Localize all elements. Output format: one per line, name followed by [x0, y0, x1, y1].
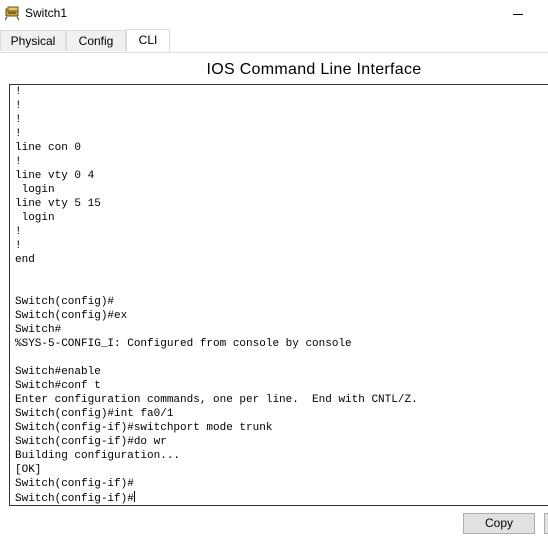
terminal-line-text: Switch(config-if)# [15, 493, 134, 505]
terminal-line: [OK] [15, 463, 418, 477]
terminal-line-text: ! [15, 100, 22, 112]
terminal-line-text: Switch(config-if)#do wr [15, 436, 167, 448]
terminal-line: line vty 5 15 [15, 197, 418, 211]
terminal-line-text: Switch(config)# [15, 296, 115, 308]
terminal-line: Switch(config)#ex [15, 309, 418, 323]
terminal-line-text: Switch# [15, 324, 62, 336]
terminal-line-text: ! [15, 114, 22, 126]
terminal-line-text: Switch(config)#int fa0/1 [15, 408, 174, 420]
terminal-line-text: Switch(config-if)# [15, 478, 134, 490]
tab-bar: Physical Config CLI [0, 29, 548, 53]
terminal-line-text: %SYS-5-CONFIG_I: Configured from console… [15, 338, 352, 350]
tab-config[interactable]: Config [66, 30, 126, 51]
terminal-line: Switch(config)# [15, 295, 418, 309]
terminal-line-text: Switch(config)#ex [15, 310, 128, 322]
minimize-icon [513, 14, 523, 15]
terminal-line-text: line con 0 [15, 142, 82, 154]
terminal-line: ! [15, 155, 418, 169]
title-bar[interactable]: Switch1 [0, 0, 548, 28]
terminal-line: login [15, 211, 418, 225]
tab-cli[interactable]: CLI [126, 29, 170, 52]
terminal-line: Switch# [15, 323, 418, 337]
terminal-line-text: Building configuration... [15, 450, 181, 462]
terminal-line-text: ! [15, 86, 22, 98]
terminal-line: Enter configuration commands, one per li… [15, 393, 418, 407]
terminal-line-text: login [15, 184, 55, 196]
terminal-line: line con 0 [15, 141, 418, 155]
minimize-button[interactable] [510, 2, 526, 24]
cli-terminal[interactable]: !!!! line con 0! line vty 0 4 login line vt… [9, 84, 548, 506]
terminal-line-text: ! [15, 128, 22, 140]
paste-button[interactable] [544, 513, 548, 534]
terminal-line: ! [15, 225, 418, 239]
terminal-line-text: Enter configuration commands, one per li… [15, 394, 418, 406]
terminal-line-text: Switch(config-if)#switchport mode trunk [15, 422, 273, 434]
terminal-line-text: ! [15, 226, 22, 238]
cli-heading: IOS Command Line Interface [206, 61, 422, 78]
terminal-line: Switch(config-if)# [15, 491, 418, 505]
terminal-line: Switch(config-if)#switchport mode trunk [15, 421, 418, 435]
terminal-line: Switch#conf t [15, 379, 418, 393]
switch-window: Switch1 Physical Config CLI IOS Command … [0, 0, 548, 548]
terminal-line-text: Switch#enable [15, 366, 101, 378]
window-title: Switch1 [25, 6, 68, 20]
terminal-line: ! [15, 239, 418, 253]
terminal-line: ! [15, 127, 418, 141]
terminal-output: !!!! line con 0! line vty 0 4 login line vt… [15, 85, 418, 505]
terminal-line-text: ! [15, 156, 22, 168]
terminal-line: login [15, 183, 418, 197]
terminal-line-text: line vty 0 4 [15, 170, 95, 182]
cisco-bridge-icon [5, 6, 20, 21]
terminal-line-text: ! [15, 240, 22, 252]
terminal-line-text: [OK] [15, 464, 42, 476]
terminal-line: ! [15, 113, 418, 127]
terminal-line-text: login [15, 212, 55, 224]
terminal-line: %SYS-5-CONFIG_I: Configured from console… [15, 337, 418, 351]
terminal-line: ! [15, 85, 418, 99]
tab-physical[interactable]: Physical [0, 30, 66, 51]
terminal-line-text: Switch#conf t [15, 380, 101, 392]
terminal-line: Building configuration... [15, 449, 418, 463]
terminal-line: line vty 0 4 [15, 169, 418, 183]
text-cursor [133, 491, 135, 502]
terminal-line: Switch(config-if)# [15, 477, 418, 491]
terminal-line-text: end [15, 254, 35, 266]
copy-button[interactable]: Copy [463, 513, 535, 534]
terminal-line: Switch(config-if)#do wr [15, 435, 418, 449]
terminal-line: end [15, 253, 418, 267]
terminal-line: Switch#enable [15, 365, 418, 379]
terminal-line: ! [15, 99, 418, 113]
terminal-line: Switch(config)#int fa0/1 [15, 407, 418, 421]
terminal-line-text: line vty 5 15 [15, 198, 101, 210]
